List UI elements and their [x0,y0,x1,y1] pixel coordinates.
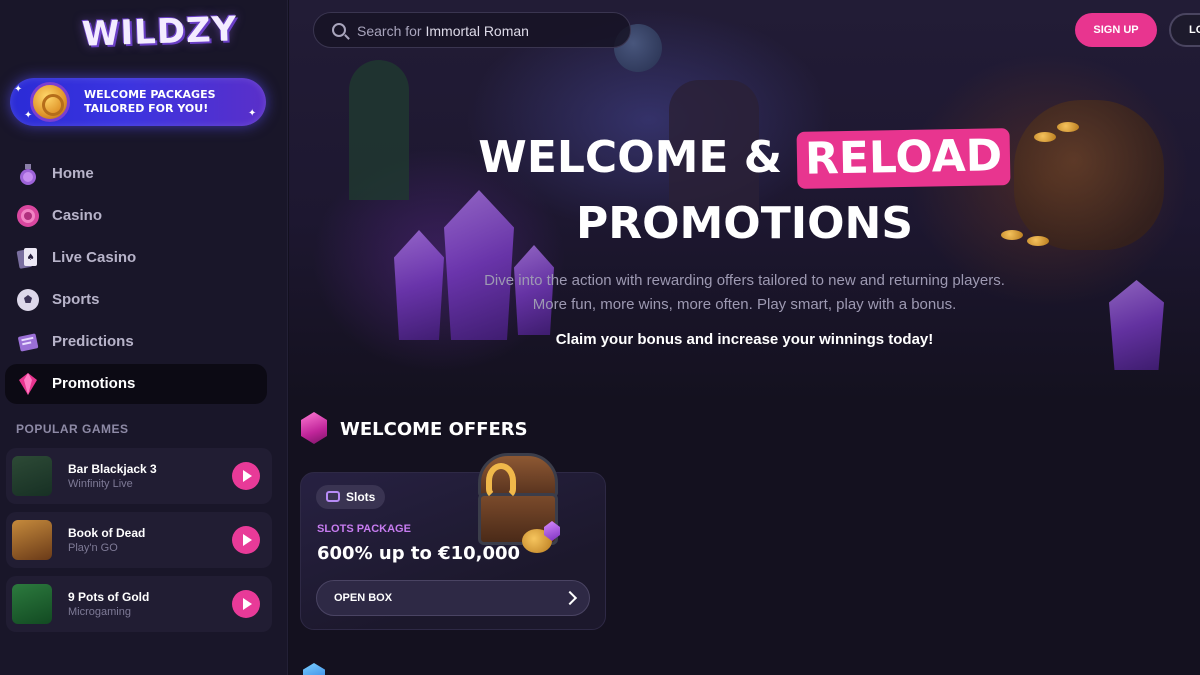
hero-title-line2: PROMOTIONS [575,198,914,249]
search-icon [332,23,346,37]
playing-cards-icon: ♠ [16,248,37,269]
game-name: Book of Dead [68,526,146,540]
game-card-9-pots-of-gold[interactable]: 9 Pots of Gold Microgaming [6,576,272,632]
soccer-ball-icon [17,289,39,311]
nav-label: Live Casino [52,249,137,266]
sparkle-icon: ✦ [14,84,23,95]
search-input[interactable]: Search for Immortal Roman [313,12,631,48]
open-box-label: OPEN BOX [334,592,393,604]
hero-description-line1: Dive into the action with rewarding offe… [484,272,1005,289]
game-thumbnail [12,520,52,560]
svg-text:♠: ♠ [26,253,34,263]
game-thumbnail [12,584,52,624]
slots-tag: Slots [316,485,386,509]
nav-label: Casino [52,207,103,224]
welcome-packages-banner[interactable]: ✦ ✦ ✦ WELCOME PACKAGES TAILORED FOR YOU! [10,78,266,126]
nav-label: Home [52,165,94,182]
nav-item-sports[interactable]: Sports [0,280,288,320]
sign-up-button[interactable]: SIGN UP [1075,13,1157,47]
play-button[interactable] [232,462,260,490]
login-button[interactable]: LO [1169,13,1200,47]
banner-text: WELCOME PACKAGES TAILORED FOR YOU! [84,88,216,115]
game-name: 9 Pots of Gold [68,590,150,604]
blue-gem-icon [303,663,325,675]
chevron-right-icon [562,590,578,606]
search-prefix: Search for [357,23,422,39]
hero-title-highlight: RELOAD [797,128,1012,189]
game-provider: Microgaming [68,606,131,618]
nav-item-home[interactable]: Home [0,154,288,194]
game-card-bar-blackjack-3[interactable]: Bar Blackjack 3 Winfinity Live [6,448,272,504]
hero-title-text: WELCOME & [478,132,783,183]
gold-coin-icon [30,82,70,122]
casino-chip-icon [17,205,39,227]
nav-item-predictions[interactable]: Predictions [0,322,288,362]
gem-icon [19,373,37,395]
play-button[interactable] [232,526,260,554]
gem-icon [301,412,327,444]
wildzy-logo[interactable]: WILDZY [81,9,238,54]
nav-label: Promotions [52,375,136,392]
game-card-book-of-dead[interactable]: Book of Dead Play'n GO [6,512,272,568]
play-button[interactable] [232,590,260,618]
treasure-chest-illustration [472,445,564,553]
nav-item-promotions[interactable]: Promotions [5,364,267,404]
search-placeholder: Search for Immortal Roman [357,23,529,39]
search-suggestion: Immortal Roman [425,23,529,39]
popular-games-title: POPULAR GAMES [16,422,129,436]
game-thumbnail [12,456,52,496]
slot-machine-icon [326,491,340,502]
slots-tag-label: Slots [346,490,376,504]
ticket-icon [18,333,39,352]
potion-icon [20,164,36,185]
nav-item-casino[interactable]: Casino [0,196,288,236]
nav-label: Predictions [52,333,134,350]
hero-claim-text: Claim your bonus and increase your winni… [555,331,934,348]
main-content: Search for Immortal Roman SIGN UP LO WEL… [289,0,1200,675]
sparkle-icon: ✦ [24,110,33,121]
game-provider: Play'n GO [68,542,118,554]
horseshoe-icon [486,463,516,499]
welcome-offers-title: WELCOME OFFERS [340,419,528,440]
hero-title-line1: WELCOME & RELOAD [289,128,1200,189]
game-provider: Winfinity Live [68,478,133,490]
package-label: SLOTS PACKAGE [317,523,411,535]
open-box-button[interactable]: OPEN BOX [316,580,590,616]
game-name: Bar Blackjack 3 [68,462,157,476]
nav-item-live-casino[interactable]: ♠ Live Casino [0,238,288,278]
hero-description-line2: More fun, more wins, more often. Play sm… [532,296,957,313]
sidebar: WILDZY ✦ ✦ ✦ WELCOME PACKAGES TAILORED F… [0,0,288,675]
nav-label: Sports [52,291,100,308]
main-nav: Home Casino ♠ Live Casino Sports Predict… [0,154,288,406]
